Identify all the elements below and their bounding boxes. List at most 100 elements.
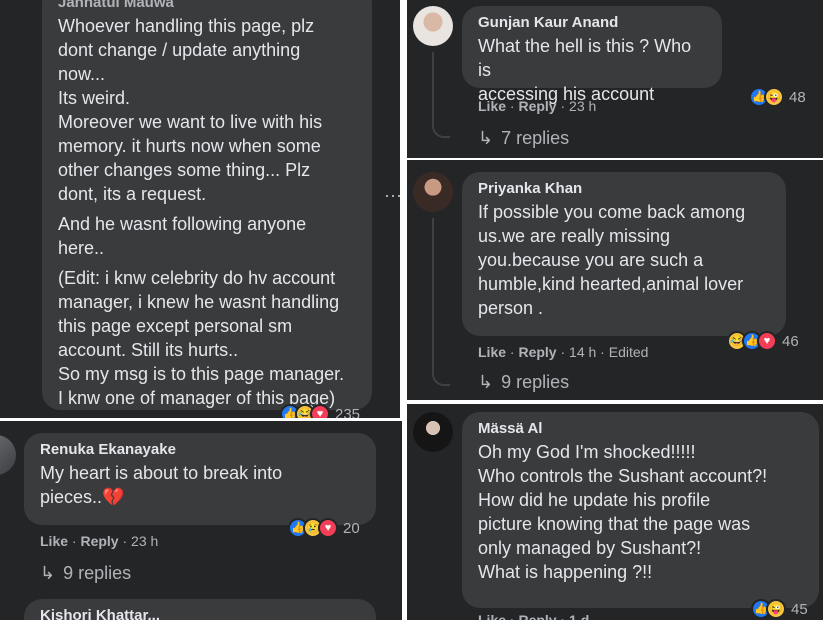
reaction-summary[interactable]: 👍 😢 ♥ 20	[288, 517, 360, 539]
comment-line: What is happening ?!!	[478, 562, 653, 582]
comment-author[interactable]: Priyanka Khan	[478, 180, 770, 197]
separator: ·	[68, 533, 81, 549]
reaction-summary[interactable]: 👍 😜 45	[751, 598, 808, 620]
avatar[interactable]	[413, 172, 453, 212]
left-bottom-panel: Renuka Ekanayake My heart is about to br…	[0, 421, 402, 620]
reply-link[interactable]: Reply	[518, 344, 556, 360]
comment-actions: Like · Reply · 23 h	[40, 533, 158, 549]
reaction-count: 45	[791, 600, 808, 618]
comment-actions: Like · Reply · 1 d	[478, 612, 590, 620]
comment-bubble: Renuka Ekanayake My heart is about to br…	[24, 433, 376, 525]
right-top-panel: Gunjan Kaur Anand What the hell is this …	[407, 0, 823, 158]
replies-count: 9 replies	[63, 563, 132, 583]
reaction-count: 235	[335, 405, 361, 419]
comment-author[interactable]: Gunjan Kaur Anand	[478, 14, 706, 31]
timestamp[interactable]: 23 h	[131, 533, 158, 549]
comment-line: person .	[478, 298, 544, 318]
haha-reaction-icon: 😜	[766, 599, 786, 619]
view-replies-link[interactable]: ↳ 7 replies	[478, 128, 569, 149]
comment-actions: Like · Reply · 14 h · Edited	[478, 344, 648, 360]
comment-line: now...	[58, 64, 106, 84]
comment-text: Whoever handling this page, plz dont cha…	[58, 14, 356, 410]
avatar[interactable]	[0, 435, 16, 475]
comment-text: Oh my God I'm shocked!!!!! Who controls …	[478, 440, 803, 584]
comment-bubble: Priyanka Khan If possible you come back …	[462, 172, 786, 336]
love-reaction-icon: ♥	[318, 518, 338, 538]
comment-line: memory. it hurts now when some	[58, 136, 321, 156]
comment-line: account. Still its hurts..	[58, 340, 239, 360]
comment-text: What the hell is this ? Who is accessing…	[478, 34, 706, 106]
comment-line: If possible you come back among	[478, 202, 746, 222]
reaction-count: 48	[789, 88, 806, 106]
comment-line: here..	[58, 238, 105, 258]
right-mid-panel: Priyanka Khan If possible you come back …	[407, 160, 823, 400]
comment-text: If possible you come back among us.we ar…	[478, 200, 770, 320]
separator: ·	[596, 344, 609, 360]
separator: ·	[506, 344, 519, 360]
comment-line: What the hell is this ? Who is	[478, 36, 692, 80]
comment-actions: Like · Reply · 23 h	[478, 98, 596, 114]
separator: ·	[556, 344, 570, 360]
ellipsis-icon[interactable]: ⋯	[384, 186, 400, 207]
like-link[interactable]: Like	[40, 533, 68, 549]
replies-count: 9 replies	[501, 372, 570, 392]
left-top-panel: Jannatul Mauwa Whoever handling this pag…	[0, 0, 400, 418]
comment-author[interactable]: Kishori Khattar...	[40, 607, 360, 620]
edited-label: Edited	[608, 344, 649, 360]
comment-line: Oh my God I'm shocked!!!!!	[478, 442, 696, 462]
comment-line: pieces..💔	[40, 487, 125, 507]
reply-link[interactable]: Reply	[518, 98, 556, 114]
comment-line: (Edit: i knw celebrity do hv account	[58, 268, 336, 288]
comment-bubble: Gunjan Kaur Anand What the hell is this …	[462, 6, 722, 104]
comment-line: us.we are really missing	[478, 226, 671, 246]
comment-bubble: Mässä Al Oh my God I'm shocked!!!!! Who …	[462, 412, 819, 608]
love-reaction-icon: ♥	[757, 331, 777, 351]
right-bottom-panel: Mässä Al Oh my God I'm shocked!!!!! Who …	[407, 404, 823, 620]
reaction-count: 20	[343, 519, 360, 537]
comment-line: dont, its a request.	[58, 184, 207, 204]
reaction-summary[interactable]: 👍 😜 48	[749, 86, 806, 108]
comment-line: only managed by Sushant?!	[478, 538, 702, 558]
comment-line: My heart is about to break into	[40, 463, 283, 483]
comment-line: other changes some thing... Plz	[58, 160, 311, 180]
love-reaction-icon: ♥	[310, 404, 330, 418]
avatar[interactable]	[413, 412, 453, 452]
comment-line: Moreover we want to live with his	[58, 112, 323, 132]
reaction-count: 46	[782, 332, 799, 350]
view-replies-link[interactable]: ↳ 9 replies	[40, 563, 131, 584]
timestamp[interactable]: 23 h	[569, 98, 596, 114]
like-link[interactable]: Like	[478, 344, 506, 360]
view-replies-link[interactable]: ↳ 9 replies	[478, 372, 569, 393]
comment-line: And he wasnt following anyone	[58, 214, 307, 234]
comment-line: manager, i knew he wasnt handling	[58, 292, 340, 312]
comment-line: Its weird.	[58, 88, 131, 108]
like-link[interactable]: Like	[478, 98, 506, 114]
comment-bubble: Jannatul Mauwa Whoever handling this pag…	[42, 0, 372, 410]
comment-line: Whoever handling this page, plz	[58, 16, 315, 36]
timestamp[interactable]: 14 h	[569, 344, 596, 360]
separator: ·	[118, 533, 132, 549]
comment-author[interactable]: Jannatul Mauwa	[58, 0, 356, 11]
thread-line	[432, 52, 450, 138]
comment-line: this page except personal sm	[58, 316, 293, 336]
comment-line: How did he update his profile	[478, 490, 711, 510]
comment-line: you.because you are such a	[478, 250, 704, 270]
comment-line: So my msg is to this page manager.	[58, 364, 345, 384]
thread-line	[432, 218, 450, 386]
comment-author[interactable]: Mässä Al	[478, 420, 803, 437]
haha-reaction-icon: 😜	[764, 87, 784, 107]
reply-link[interactable]: Reply	[80, 533, 118, 549]
reply-arrow-icon: ↳	[478, 128, 494, 148]
comment-text: My heart is about to break into pieces..…	[40, 461, 360, 509]
separator: ·	[556, 98, 570, 114]
comment-line: dont change / update anything	[58, 40, 301, 60]
reply-arrow-icon: ↳	[40, 563, 56, 583]
reaction-summary[interactable]: 👍 😂 ♥ 235	[280, 403, 360, 418]
reply-arrow-icon: ↳	[478, 372, 494, 392]
avatar[interactable]	[413, 6, 453, 46]
reaction-summary[interactable]: 😂 👍 ♥ 46	[727, 330, 799, 352]
comment-author[interactable]: Renuka Ekanayake	[40, 441, 360, 458]
next-comment-bubble: Kishori Khattar...	[24, 599, 376, 620]
replies-count: 7 replies	[501, 128, 570, 148]
comment-line: humble,kind hearted,animal lover	[478, 274, 744, 294]
